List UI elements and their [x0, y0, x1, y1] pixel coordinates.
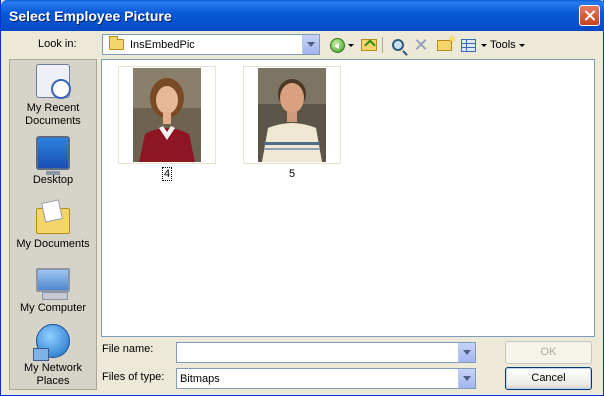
place-label: My Recent Documents	[25, 102, 81, 127]
file-type-value: Bitmaps	[180, 373, 220, 385]
chevron-down-icon	[518, 43, 525, 47]
look-in-value: InsEmbedPic	[130, 39, 195, 51]
look-in-combo[interactable]: InsEmbedPic	[102, 34, 320, 55]
file-name-combo[interactable]	[176, 342, 476, 363]
file-name-label[interactable]: 4	[118, 167, 216, 181]
views-dropdown[interactable]	[480, 35, 488, 55]
look-in-dropdown-button[interactable]	[302, 35, 319, 54]
employee-photo-man	[258, 68, 326, 162]
title-bar[interactable]: Select Employee Picture	[1, 0, 604, 31]
delete-button[interactable]: ✕	[411, 35, 431, 55]
tools-label: Tools	[490, 39, 516, 51]
back-button[interactable]	[326, 35, 348, 55]
place-label: My Computer	[19, 302, 87, 314]
search-web-button[interactable]	[388, 35, 408, 55]
folder-icon	[109, 36, 124, 50]
file-name-field-label: File name:	[102, 343, 154, 355]
search-icon	[392, 39, 404, 51]
ok-button[interactable]: OK	[505, 341, 592, 364]
new-folder-icon	[436, 36, 454, 51]
look-in-label: Look in:	[38, 38, 77, 50]
places-bar: My Recent Documents Desktop My Documents …	[9, 59, 97, 390]
up-one-level-button[interactable]	[359, 35, 379, 55]
file-list[interactable]: 4 5	[101, 59, 595, 337]
file-name-label[interactable]: 5	[243, 168, 341, 180]
views-button[interactable]	[458, 35, 478, 55]
file-type-field-label: Files of type:	[102, 371, 165, 383]
network-places-icon	[33, 324, 70, 361]
file-thumbnail[interactable]	[118, 66, 216, 164]
file-type-dropdown-button[interactable]	[458, 369, 475, 388]
window-title: Select Employee Picture	[9, 8, 172, 24]
tools-menu[interactable]: Tools	[490, 35, 530, 55]
file-type-combo[interactable]: Bitmaps	[176, 368, 476, 389]
cancel-button[interactable]: Cancel	[505, 367, 592, 390]
file-name-dropdown-button[interactable]	[458, 343, 475, 362]
place-my-network-places[interactable]: My Network Places	[10, 324, 96, 388]
place-label: My Network Places	[23, 362, 83, 387]
up-folder-icon	[361, 39, 377, 51]
recent-documents-icon	[36, 64, 71, 99]
file-thumbnail[interactable]	[243, 66, 341, 164]
back-arrow-icon	[329, 37, 345, 53]
file-dialog: Select Employee Picture Look in: InsEmbe…	[0, 0, 604, 396]
place-label: My Documents	[16, 238, 90, 250]
close-button[interactable]	[579, 5, 600, 26]
employee-photo-woman	[133, 68, 201, 162]
my-computer-icon	[36, 268, 70, 300]
views-icon	[460, 38, 476, 52]
place-label: Desktop	[32, 174, 74, 186]
place-my-documents[interactable]: My Documents	[10, 202, 96, 251]
delete-x-icon: ✕	[413, 34, 429, 55]
place-my-recent-documents[interactable]: My Recent Documents	[10, 64, 96, 128]
new-folder-button[interactable]	[434, 35, 454, 55]
toolbar-separator	[382, 37, 383, 53]
desktop-icon	[36, 136, 70, 175]
my-documents-icon	[36, 208, 70, 234]
place-desktop[interactable]: Desktop	[10, 136, 96, 187]
place-my-computer[interactable]: My Computer	[10, 268, 96, 315]
back-history-dropdown[interactable]	[347, 35, 355, 55]
